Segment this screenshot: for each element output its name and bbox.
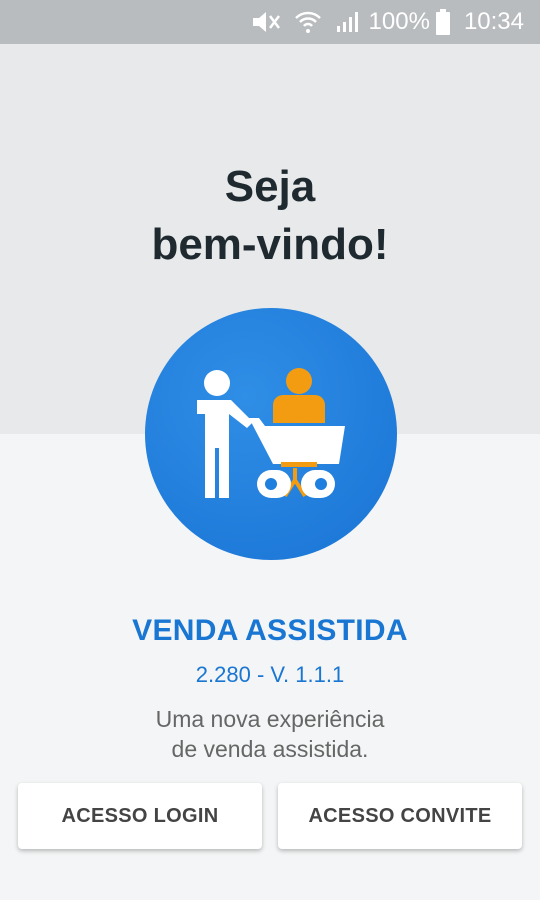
shopping-cart-assist-icon — [197, 368, 345, 498]
welcome-title: Seja bem-vindo! — [0, 158, 540, 274]
mute-icon — [251, 10, 281, 34]
tagline-line-1: Uma nova experiência — [155, 706, 385, 732]
app-name: VENDA ASSISTIDA — [132, 614, 408, 647]
welcome-line-2: bem-vindo! — [151, 220, 389, 269]
app-logo — [145, 308, 397, 560]
app-tagline: Uma nova experiência de venda assistida. — [0, 704, 540, 764]
clock: 10:34 — [463, 8, 524, 35]
battery-icon — [435, 9, 450, 35]
invite-access-button[interactable]: ACESSO CONVITE — [278, 783, 522, 849]
welcome-line-1: Seja — [224, 162, 316, 211]
login-access-button[interactable]: ACESSO LOGIN — [18, 783, 262, 849]
wifi-icon — [294, 10, 321, 34]
status-bar: 100% 10:34 — [0, 0, 540, 44]
tagline-line-2: de venda assistida. — [171, 736, 369, 762]
signal-icon — [335, 10, 359, 34]
battery-percent: 100% — [368, 8, 430, 35]
app-version: 2.280 - V. 1.1.1 — [195, 662, 345, 687]
